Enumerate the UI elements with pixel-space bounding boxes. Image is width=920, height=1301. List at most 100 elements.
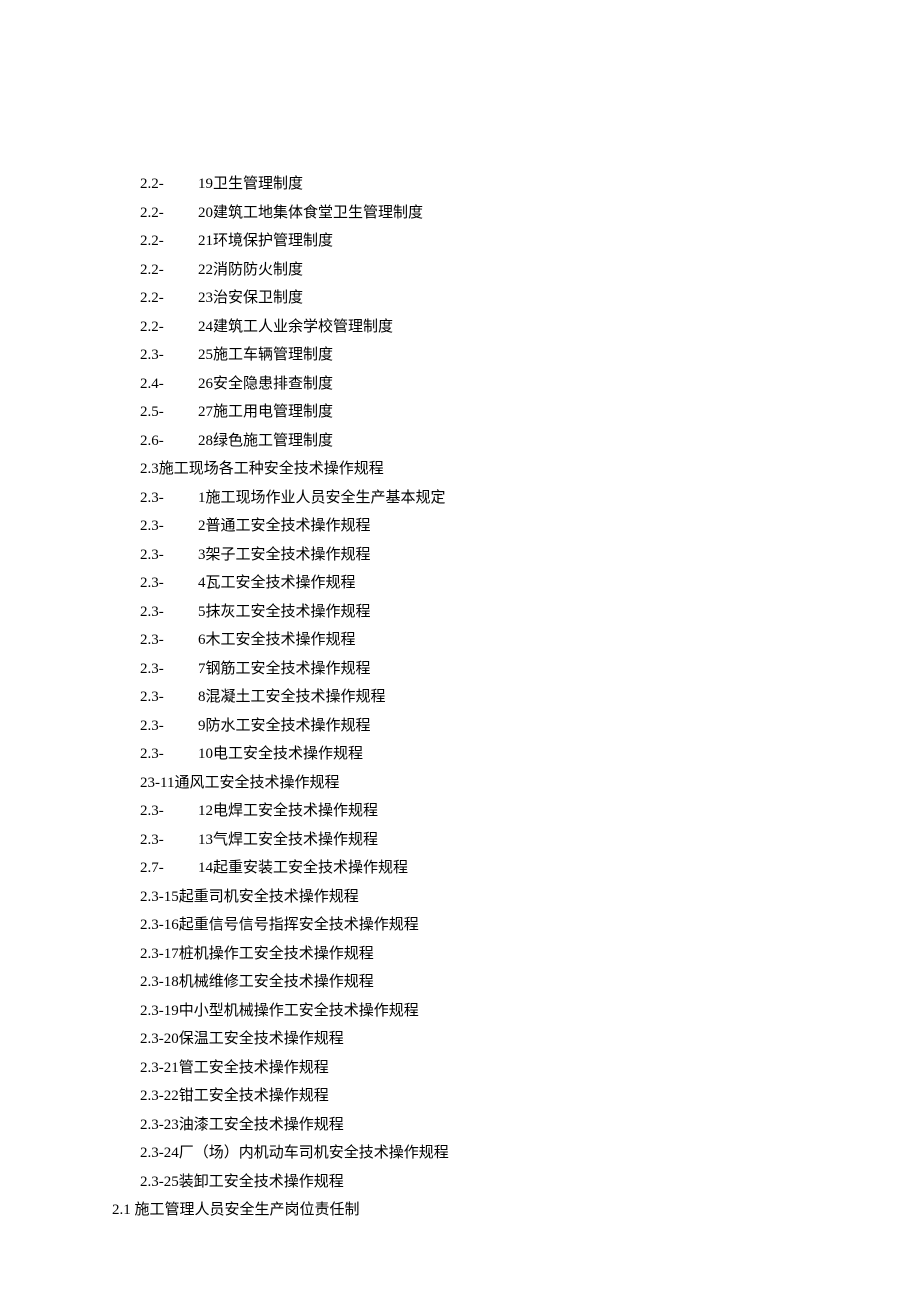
toc-entry-title: 治安保卫制度 — [213, 290, 303, 306]
toc-entry-number: 26 — [198, 376, 213, 392]
toc-entry: 2.3-15起重司机安全技术操作规程 — [140, 883, 860, 912]
toc-entry-title: 装卸工安全技术操作规程 — [179, 1174, 344, 1190]
toc-footer-prefix: 2.1 — [112, 1202, 131, 1218]
toc-entry-prefix: 2.3- — [140, 655, 184, 684]
toc-entry: 2.3-6木工安全技术操作规程 — [140, 626, 860, 655]
toc-entry-prefix: 2.3-23 — [140, 1117, 179, 1133]
toc-entry: 2.3- 12电焊工安全技术操作规程 — [140, 797, 860, 826]
toc-entry-title: 建筑工人业余学校管理制度 — [213, 319, 393, 335]
toc-entry: 2.2-21环境保护管理制度 — [140, 227, 860, 256]
toc-entry-title: 绿色施工管理制度 — [213, 433, 333, 449]
toc-entry-prefix: 2.3- — [140, 797, 184, 826]
toc-entry-number: 1 — [198, 490, 206, 506]
toc-entry-title: 瓦工安全技术操作规程 — [206, 575, 356, 591]
toc-entry-prefix: 2.3- — [140, 626, 184, 655]
toc-entry-title: 架子工安全技术操作规程 — [206, 547, 371, 563]
toc-entry-title: 建筑工地集体食堂卫生管理制度 — [213, 205, 423, 221]
toc-entry-prefix: 2.3- — [140, 569, 184, 598]
toc-entry: 2.3- 2普通工安全技术操作规程 — [140, 512, 860, 541]
toc-entry-title: 消防防火制度 — [213, 262, 303, 278]
toc-entry-prefix: 2.3-24 — [140, 1145, 179, 1161]
toc-entry-prefix: 2.3- — [140, 341, 184, 370]
toc-entry-number: 25 — [198, 347, 213, 363]
toc-entry: 2.3-16起重信号信号指挥安全技术操作规程 — [140, 911, 860, 940]
toc-entry: 2.6-28绿色施工管理制度 — [140, 427, 860, 456]
toc-entry-prefix: 2.2- — [140, 227, 184, 256]
toc-entry-title: 通风工安全技术操作规程 — [174, 775, 339, 791]
toc-entry-prefix: 2.5- — [140, 398, 184, 427]
toc-entry-title: 安全隐患排查制度 — [213, 376, 333, 392]
toc-entry-title: 起重司机安全技术操作规程 — [179, 889, 359, 905]
toc-entry-number: 2 — [198, 518, 206, 534]
toc-footer-line: 2.1 施工管理人员安全生产岗位责任制 — [112, 1196, 860, 1225]
toc-entry-title: 抹灰工安全技术操作规程 — [206, 604, 371, 620]
toc-entry-prefix: 2.2- — [140, 256, 184, 285]
toc-entry-title: 气焊工安全技术操作规程 — [213, 832, 378, 848]
toc-entry-number: 10 — [198, 746, 213, 762]
toc-entry-title: 混凝土工安全技术操作规程 — [206, 689, 386, 705]
toc-entry: 2.2- 24建筑工人业余学校管理制度 — [140, 313, 860, 342]
toc-entry-prefix: 2.2- — [140, 313, 184, 342]
toc-entry: 2.3-25施工车辆管理制度 — [140, 341, 860, 370]
toc-entry-number: 3 — [198, 547, 206, 563]
toc-entry-title: 卫生管理制度 — [213, 176, 303, 192]
toc-entry: 2.3- 10电工安全技术操作规程 — [140, 740, 860, 769]
toc-entry-prefix: 2.3- — [140, 512, 184, 541]
toc-entry-number: 8 — [198, 689, 206, 705]
toc-entry-title: 中小型机械操作工安全技术操作规程 — [179, 1003, 419, 1019]
toc-entry-prefix: 2.3-18 — [140, 974, 179, 990]
toc-entry-number: 23 — [198, 290, 213, 306]
toc-entry: 2.3- 3架子工安全技术操作规程 — [140, 541, 860, 570]
toc-entry-title: 管工安全技术操作规程 — [179, 1060, 329, 1076]
toc-entry-prefix: 2.3- — [140, 683, 184, 712]
toc-entry-prefix: 2.3 — [140, 461, 159, 477]
toc-entry-number: 12 — [198, 803, 213, 819]
toc-entry: 2.4-26安全隐患排查制度 — [140, 370, 860, 399]
toc-entry-prefix: 2.3-21 — [140, 1060, 179, 1076]
toc-entry-prefix: 2.3-16 — [140, 917, 179, 933]
toc-entry-number: 20 — [198, 205, 213, 221]
toc-entry-title: 电工安全技术操作规程 — [213, 746, 363, 762]
toc-entry-title: 机械维修工安全技术操作规程 — [179, 974, 374, 990]
toc-entry-number: 22 — [198, 262, 213, 278]
toc-entry-prefix: 2.3-19 — [140, 1003, 179, 1019]
toc-entry-number: 24 — [198, 319, 213, 335]
toc-entry-prefix: 2.3- — [140, 541, 184, 570]
toc-entry-title: 施工现场作业人员安全生产基本规定 — [206, 490, 446, 506]
toc-entry: 2.3-21管工安全技术操作规程 — [140, 1054, 860, 1083]
toc-entry-title: 施工现场各工种安全技术操作规程 — [159, 461, 384, 477]
toc-entry-prefix: 2.3-20 — [140, 1031, 179, 1047]
toc-entry-title: 油漆工安全技术操作规程 — [179, 1117, 344, 1133]
toc-entry-title: 电焊工安全技术操作规程 — [213, 803, 378, 819]
toc-entry-prefix: 2.6- — [140, 427, 184, 456]
toc-entry-number: 6 — [198, 632, 206, 648]
toc-entry-prefix: 2.3- — [140, 712, 184, 741]
toc-entry: 2.3-13气焊工安全技术操作规程 — [140, 826, 860, 855]
toc-entry-title: 钢筋工安全技术操作规程 — [206, 661, 371, 677]
toc-entry-title: 环境保护管理制度 — [213, 233, 333, 249]
toc-entry-title: 施工用电管理制度 — [213, 404, 333, 420]
toc-entry: 2.3-25装卸工安全技术操作规程 — [140, 1168, 860, 1197]
toc-entry-title: 钳工安全技术操作规程 — [179, 1088, 329, 1104]
toc-entry-number: 5 — [198, 604, 206, 620]
toc-list: 2.2-19卫生管理制度2.2-20建筑工地集体食堂卫生管理制度2.2-21环境… — [140, 170, 860, 1196]
toc-entry-prefix: 2.3- — [140, 826, 184, 855]
toc-entry: 2.3-24厂（场）内机动车司机安全技术操作规程 — [140, 1139, 860, 1168]
toc-entry-title: 起重信号信号指挥安全技术操作规程 — [179, 917, 419, 933]
toc-entry-prefix: 2.3-22 — [140, 1088, 179, 1104]
toc-entry-prefix: 2.3-17 — [140, 946, 179, 962]
toc-entry-prefix: 2.3- — [140, 740, 184, 769]
toc-entry-title: 桩机操作工安全技术操作规程 — [179, 946, 374, 962]
toc-entry: 2.2-23治安保卫制度 — [140, 284, 860, 313]
toc-entry: 2.2- 22消防防火制度 — [140, 256, 860, 285]
toc-entry-title: 厂（场）内机动车司机安全技术操作规程 — [179, 1145, 449, 1161]
toc-entry: 2.5-27施工用电管理制度 — [140, 398, 860, 427]
toc-entry-prefix: 2.7- — [140, 854, 184, 883]
toc-entry-number: 4 — [198, 575, 206, 591]
toc-entry-title: 起重安装工安全技术操作规程 — [213, 860, 408, 876]
toc-entry-prefix: 2.2- — [140, 170, 184, 199]
toc-entry: 2.3-5抹灰工安全技术操作规程 — [140, 598, 860, 627]
toc-entry-title: 保温工安全技术操作规程 — [179, 1031, 344, 1047]
toc-entry-title: 普通工安全技术操作规程 — [206, 518, 371, 534]
toc-entry: 2.3-19中小型机械操作工安全技术操作规程 — [140, 997, 860, 1026]
